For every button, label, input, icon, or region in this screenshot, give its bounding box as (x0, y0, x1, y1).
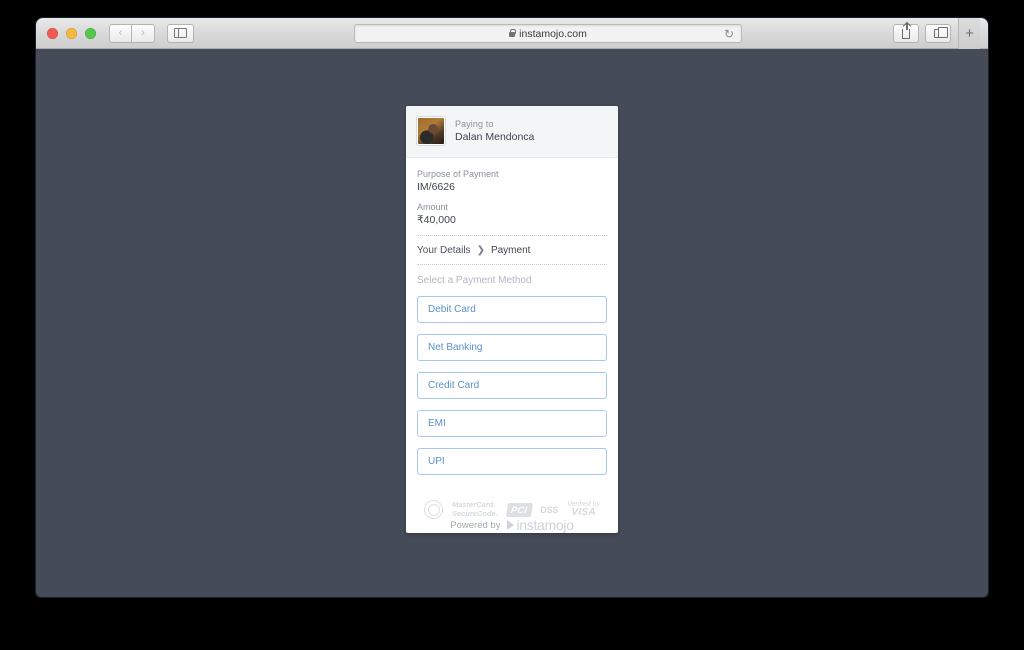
show-tabs-button[interactable] (925, 23, 951, 43)
share-icon (902, 23, 910, 39)
pci-badge: PCI (505, 502, 533, 517)
verified-by-visa-badge: Verified by VISA (567, 501, 600, 519)
page-viewport: Paying to Dalan Mendonca Purpose of Paym… (36, 49, 988, 597)
payment-method-label: Credit Card (428, 380, 480, 391)
mastercard-securecode-badge: MasterCard. SecureCode. (452, 501, 498, 517)
address-bar[interactable]: instamojo.com ↻ (354, 24, 742, 43)
payment-method-section: Select a Payment Method Debit Card Net B… (406, 265, 618, 486)
url-text: instamojo.com (519, 27, 587, 40)
payment-card: Paying to Dalan Mendonca Purpose of Paym… (406, 106, 618, 533)
instamojo-wordmark: instamojo (516, 517, 574, 533)
payment-method-upi[interactable]: UPI (417, 448, 607, 475)
paying-to-label: Paying to (455, 119, 494, 129)
payment-method-label: Net Banking (428, 342, 483, 353)
back-button[interactable]: ‹ (109, 23, 132, 43)
chevron-right-icon: ❯ (476, 245, 485, 256)
payment-method-net-banking[interactable]: Net Banking (417, 334, 607, 361)
purpose-field: Purpose of Payment IM/6626 (417, 169, 607, 193)
select-payment-method-label: Select a Payment Method (417, 275, 532, 286)
powered-by-footer: Powered by instamojo (36, 517, 988, 533)
payment-method-emi[interactable]: EMI (417, 410, 607, 437)
chevron-left-icon: ‹ (118, 26, 123, 39)
window-controls (47, 27, 96, 39)
avatar (417, 117, 445, 145)
browser-window: ‹ › instamojo.com ↻ + Paying to Dalan Me… (36, 18, 988, 597)
tabs-overview-icon (934, 26, 948, 38)
powered-by-label: Powered by (450, 519, 501, 531)
play-triangle-icon (507, 520, 515, 530)
lock-icon (509, 28, 517, 37)
payment-method-label: Debit Card (428, 304, 476, 315)
purpose-value: IM/6626 (417, 181, 455, 193)
purpose-label: Purpose of Payment (417, 169, 499, 179)
maximize-window-button[interactable] (85, 27, 96, 39)
reload-icon[interactable]: ↻ (724, 28, 734, 40)
payment-method-credit-card[interactable]: Credit Card (417, 372, 607, 399)
payment-method-label: EMI (428, 418, 446, 429)
toolbar-right-buttons: + (887, 18, 980, 49)
address-bar-content: instamojo.com (509, 28, 587, 40)
minimize-window-button[interactable] (66, 27, 77, 39)
amount-value: ₹40,000 (417, 214, 456, 226)
payment-method-label: UPI (428, 456, 445, 467)
close-window-button[interactable] (47, 27, 58, 39)
chevron-right-icon: › (141, 26, 145, 39)
amount-label: Amount (417, 202, 449, 212)
browser-toolbar: ‹ › instamojo.com ↻ + (36, 18, 988, 49)
payee-name: Dalan Mendonca (455, 131, 535, 143)
payment-method-debit-card[interactable]: Debit Card (417, 296, 607, 323)
sidebar-toggle-icon (174, 28, 187, 38)
new-tab-button[interactable]: + (958, 18, 980, 49)
sidebar-toggle-button[interactable] (167, 23, 194, 43)
breadcrumb: Your Details ❯ Payment (406, 236, 618, 264)
forward-button[interactable]: › (132, 23, 155, 43)
payee-info: Paying to Dalan Mendonca (455, 119, 534, 143)
breadcrumb-step-your-details[interactable]: Your Details (417, 245, 471, 256)
share-button[interactable] (893, 23, 919, 43)
breadcrumb-step-payment[interactable]: Payment (491, 245, 530, 256)
card-body: Purpose of Payment IM/6626 Amount ₹40,00… (406, 158, 618, 226)
desktop-background: ‹ › instamojo.com ↻ + Paying to Dalan Me… (0, 0, 1024, 650)
amount-field: Amount ₹40,000 (417, 202, 607, 226)
navigation-buttons: ‹ › (109, 23, 155, 43)
instamojo-logo[interactable]: instamojo (507, 517, 574, 533)
plus-icon: + (965, 24, 974, 42)
dss-badge: DSS (540, 504, 559, 515)
card-header: Paying to Dalan Mendonca (406, 106, 618, 158)
